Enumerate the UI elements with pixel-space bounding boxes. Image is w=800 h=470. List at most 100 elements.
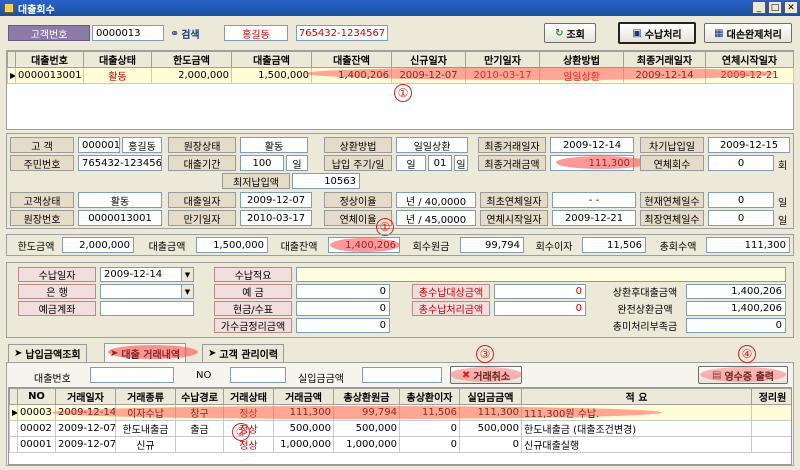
chevron-down-icon[interactable]: ▼ bbox=[181, 285, 193, 298]
cur-overdue-days-label: 현재연체일수 bbox=[640, 192, 704, 208]
min-pay-label: 최저납입액 bbox=[222, 173, 290, 189]
unpaid-field: 0 bbox=[686, 318, 786, 333]
overdue-start-label: 연체시작일자 bbox=[480, 210, 548, 226]
next-pay-field: 2009-12-15 bbox=[708, 137, 790, 153]
tx-col-header[interactable]: 총상환이자 bbox=[399, 388, 460, 405]
receipt-date-label: 수납일자 bbox=[18, 267, 96, 282]
min-pay-field: 10563 bbox=[292, 173, 360, 189]
loan-col-header[interactable]: 대출상태 bbox=[83, 51, 152, 68]
balance-label: 대출잔액 bbox=[280, 241, 318, 253]
suspense-input[interactable]: 0 bbox=[296, 318, 390, 333]
loan-col-header[interactable]: 상환방법 bbox=[539, 51, 624, 68]
maximize-button[interactable]: □ bbox=[768, 1, 782, 14]
cash-input[interactable]: 0 bbox=[296, 301, 390, 316]
writeoff-button[interactable]: ▦ 대손완제처리 bbox=[704, 23, 792, 43]
loan-col-header[interactable]: 최종거래일자 bbox=[623, 51, 706, 68]
overdue-start-field: 2009-12-21 bbox=[552, 210, 636, 226]
table-row[interactable]: 00001 2009-12-07 신규 정상 1,000,000 1,000,0… bbox=[9, 436, 791, 453]
tab-label: 고객 관리이력 bbox=[219, 350, 279, 361]
app-icon bbox=[4, 3, 14, 13]
annotation-marker: ① bbox=[394, 84, 412, 102]
tx-col-header[interactable]: 거래종류 bbox=[115, 388, 176, 405]
loan-col-header[interactable]: 대출금액 bbox=[231, 51, 312, 68]
pay-cycle-label: 납입 주기/일 bbox=[324, 155, 392, 171]
total-processed-field: 0 bbox=[494, 301, 586, 316]
tx-col-header[interactable]: 총상환원금 bbox=[333, 388, 400, 405]
total-target-label: 총수납대상금액 bbox=[412, 284, 490, 299]
ledger-no-field: 0000013001 bbox=[78, 210, 162, 226]
unpaid-label: 총미처리부족금 bbox=[606, 318, 684, 333]
filter-no-input[interactable] bbox=[230, 367, 286, 383]
highlight-mark bbox=[305, 67, 775, 80]
filter-loan-no-input[interactable] bbox=[90, 367, 174, 383]
loan-date-label: 대출일자 bbox=[168, 192, 236, 208]
first-overdue-field: - - bbox=[552, 192, 636, 208]
customer-no-field: 0000013 bbox=[78, 137, 120, 153]
loan-col-header[interactable]: 대출잔액 bbox=[311, 51, 392, 68]
max-overdue-days-label: 최장연체일수 bbox=[640, 210, 704, 226]
tab-customer-history[interactable]: ➤ 고객 관리이력 bbox=[202, 344, 285, 362]
deposit-label: 예 금 bbox=[214, 284, 292, 299]
tx-col-header[interactable]: 수납경로 bbox=[175, 388, 224, 405]
tx-col-header[interactable]: 거래일자 bbox=[55, 388, 116, 405]
loan-table-header: 대출번호 대출상태 한도금액 대출금액 대출잔액 신규일자 만기일자 상환방법 … bbox=[7, 51, 794, 68]
pay-cycle-type: 일 bbox=[396, 155, 426, 171]
loan-amount-field: 1,500,000 bbox=[196, 237, 268, 253]
customer-name-field: 홍길동 bbox=[122, 137, 162, 153]
filter-actual-amt-input[interactable] bbox=[362, 367, 442, 383]
suspense-label: 가수금정리금액 bbox=[214, 318, 292, 333]
chevron-down-icon[interactable]: ▼ bbox=[181, 268, 193, 281]
limit-label: 한도금액 bbox=[17, 241, 55, 253]
tx-col-header[interactable]: 거래상태 bbox=[223, 388, 274, 405]
cur-overdue-days-unit: 일 bbox=[778, 198, 788, 209]
highlight-mark bbox=[700, 367, 786, 382]
customer-name-field: 홍길동 bbox=[224, 25, 288, 41]
deposit-account-input[interactable] bbox=[100, 301, 194, 316]
search-button-label: 검색 bbox=[181, 29, 200, 41]
loan-col-header[interactable]: 한도금액 bbox=[151, 51, 232, 68]
customer-no-input[interactable]: 0000013 bbox=[92, 25, 164, 41]
arrow-right-icon: ➤ bbox=[14, 348, 23, 359]
refresh-icon: ↻ bbox=[555, 27, 564, 39]
period-unit: 일 bbox=[286, 155, 308, 171]
last-tx-date-label: 최종거래일자 bbox=[478, 137, 546, 153]
loan-col-header[interactable]: 연체시작일자 bbox=[705, 51, 794, 68]
overdue-count-field: 0 bbox=[708, 155, 774, 171]
query-button[interactable]: ↻ 조회 bbox=[544, 23, 596, 43]
overdue-rate-field: 년 / 45,0000 bbox=[396, 210, 476, 226]
pay-cycle-unit: 일 bbox=[454, 155, 468, 171]
total-processed-label: 총수납처리금액 bbox=[412, 301, 490, 316]
deposit-input[interactable]: 0 bbox=[296, 284, 390, 299]
loan-col-header[interactable]: 대출번호 bbox=[15, 51, 84, 68]
customer-label: 고 객 bbox=[10, 137, 74, 153]
tx-table-header: NO 거래일자 거래종류 수납경로 거래상태 거래금액 총상환원금 총상환이자 … bbox=[9, 388, 791, 405]
receipt-summary-input[interactable] bbox=[296, 267, 786, 282]
receive-button[interactable]: ▣ 수납처리 bbox=[618, 22, 696, 44]
minimize-button[interactable]: _ bbox=[752, 1, 766, 14]
highlight-mark bbox=[52, 406, 662, 419]
loan-col-header[interactable]: 신규일자 bbox=[391, 51, 466, 68]
interest-field: 11,506 bbox=[582, 237, 646, 253]
row-pointer-icon: ▶ bbox=[9, 404, 18, 421]
close-button[interactable]: ✕ bbox=[784, 1, 798, 14]
after-balance-field: 1,400,206 bbox=[686, 284, 786, 299]
highlight-mark bbox=[108, 345, 198, 359]
writeoff-button-label: 대손완제처리 bbox=[726, 29, 782, 41]
total-target-field: 0 bbox=[494, 284, 586, 299]
tx-col-header[interactable]: 거래금액 bbox=[273, 388, 334, 405]
tx-col-header[interactable]: NO bbox=[17, 388, 56, 405]
loan-col-header[interactable]: 만기일자 bbox=[465, 51, 540, 68]
limit-field: 2,000,000 bbox=[62, 237, 134, 253]
tx-col-header[interactable]: 실입금금액 bbox=[459, 388, 522, 405]
next-pay-label: 차기납입일 bbox=[640, 137, 704, 153]
jumin-field: 765432-1234567 bbox=[78, 155, 162, 171]
receipt-date-select[interactable]: 2009-12-14 ▼ bbox=[100, 267, 194, 282]
tab-payment-inquiry[interactable]: ➤ 납입금액조회 bbox=[8, 344, 87, 362]
bank-select[interactable]: ▼ bbox=[100, 284, 194, 299]
tx-col-header[interactable]: 정리원 bbox=[751, 388, 791, 405]
tab-label: 납입금액조회 bbox=[25, 350, 81, 361]
tx-col-header[interactable]: 적 요 bbox=[521, 388, 752, 405]
table-row[interactable]: 00002 2009-12-07 한도내출금 출금 정상 500,000 500… bbox=[9, 420, 791, 437]
overdue-count-label: 연체회수 bbox=[640, 155, 704, 171]
search-button[interactable]: ⚭ 검색 bbox=[170, 25, 200, 41]
